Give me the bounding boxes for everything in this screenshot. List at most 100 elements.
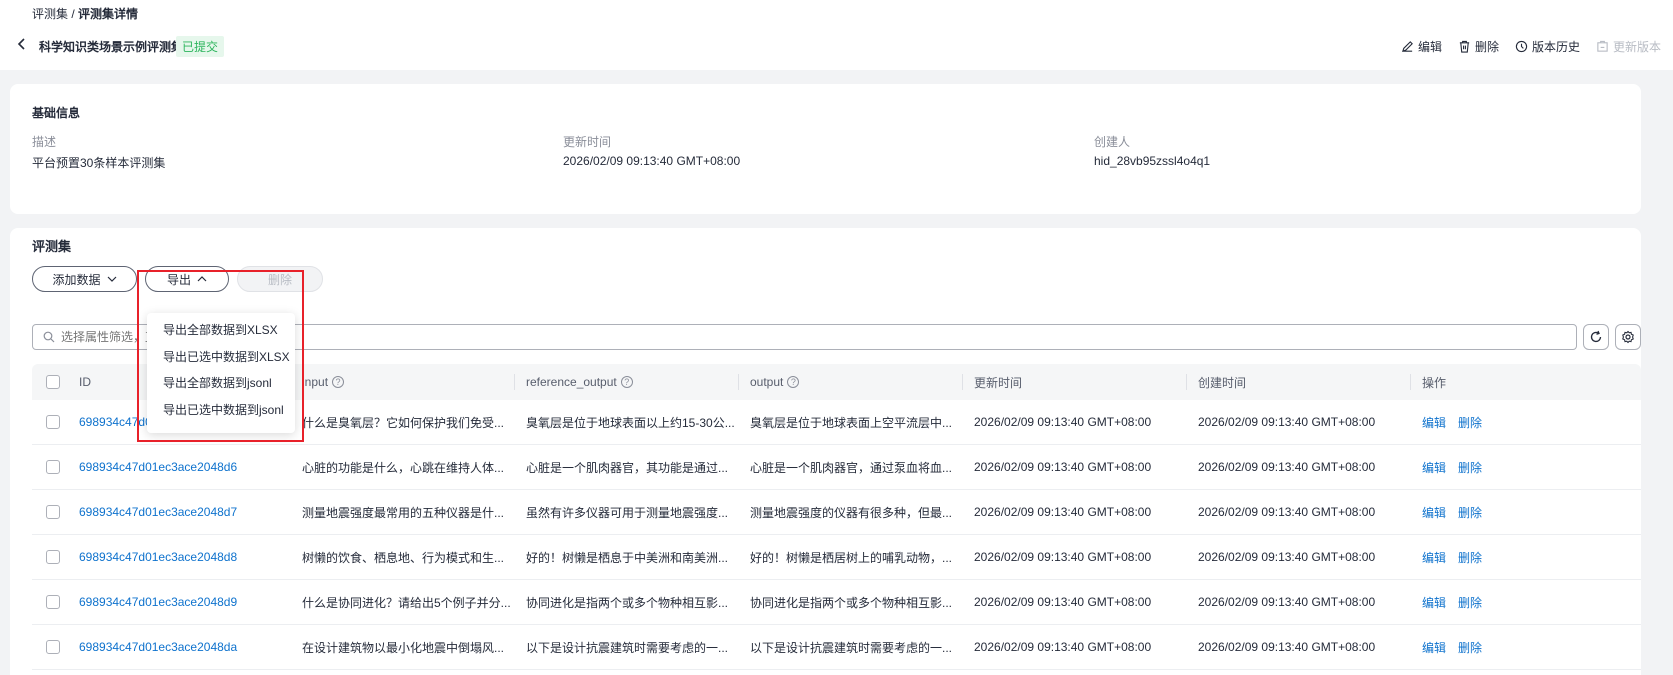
cell-reference-output-text: 心脏是一个肌肉器官，其功能是通过... (526, 460, 729, 475)
cell-id: 698934c47d01ec3ace2048d6 (67, 445, 290, 489)
row-delete-link[interactable]: 删除 (1458, 639, 1482, 656)
select-all-checkbox[interactable] (46, 375, 60, 389)
cell-output-text: 协同进化是指两个或多个物种相互影... (750, 595, 953, 610)
cell-reference-output-text: 协同进化是指两个或多个物种相互影... (526, 595, 729, 610)
cell-reference-output: 好的！树懒是栖息于中美洲和南美洲... (514, 535, 738, 579)
cell-input-text: 在设计建筑物以最小化地震中倒塌风... (302, 640, 505, 655)
cell-updated: 2026/02/09 09:13:40 GMT+08:00 (962, 580, 1186, 624)
version-history-button[interactable]: 版本历史 (1515, 38, 1580, 55)
export-selected-jsonl-item[interactable]: 导出已选中数据到jsonl (147, 397, 295, 424)
gear-icon (1622, 330, 1634, 344)
row-delete-link[interactable]: 删除 (1458, 549, 1482, 566)
cell-id: 698934c47d01ec3ace2048da (67, 625, 290, 669)
cell-updated-text: 2026/02/09 09:13:40 GMT+08:00 (974, 550, 1152, 564)
cell-id-text[interactable]: 698934c47d01ec3ace2048d9 (79, 595, 237, 609)
trash-icon (1459, 40, 1470, 53)
help-icon[interactable]: ? (787, 376, 800, 388)
cell-output: 好的！树懒是栖居树上的哺乳动物，... (738, 535, 962, 579)
table-row: 698934c47d01ec3ace2048d7 测量地震强度最常用的五种仪器是什… (32, 490, 1641, 535)
cell-output: 臭氧层是位于地球表面上空平流层中... (738, 400, 962, 444)
row-edit-link[interactable]: 编辑 (1422, 639, 1446, 656)
cell-ops: 编辑 删除 (1410, 625, 1641, 669)
row-delete-link[interactable]: 删除 (1458, 414, 1482, 431)
status-badge: 已提交 (176, 36, 225, 57)
refresh-icon (1590, 330, 1602, 343)
row-select-cell (32, 490, 67, 534)
row-checkbox[interactable] (46, 550, 60, 564)
cell-id-text[interactable]: 698934c47d01ec3ace2048d6 (79, 460, 237, 474)
cell-reference-output: 臭氧层是位于地球表面以上约15-30公... (514, 400, 738, 444)
cell-updated-text: 2026/02/09 09:13:40 GMT+08:00 (974, 595, 1152, 609)
help-icon[interactable]: ? (620, 376, 633, 388)
basic-info-card: 基础信息 描述 平台预置30条样本评测集 更新时间 2026/02/09 09:… (10, 84, 1641, 214)
add-data-label: 添加数据 (52, 272, 101, 287)
row-actions: 编辑 删除 (1422, 414, 1482, 431)
cell-updated: 2026/02/09 09:13:40 GMT+08:00 (962, 400, 1186, 444)
export-all-xlsx-item[interactable]: 导出全部数据到XLSX (147, 317, 295, 344)
export-all-jsonl-item[interactable]: 导出全部数据到jsonl (147, 370, 295, 397)
add-data-button[interactable]: 添加数据 (32, 266, 137, 292)
header-output-label: output (750, 375, 784, 389)
table-row: 698934c47d01ec3ace2048da 在设计建筑物以最小化地震中倒塌风… (32, 625, 1641, 670)
row-delete-link[interactable]: 删除 (1458, 504, 1482, 521)
update-version-button[interactable]: 更新版本 (1596, 38, 1661, 55)
row-checkbox[interactable] (46, 505, 60, 519)
export-selected-xlsx-item[interactable]: 导出已选中数据到XLSX (147, 344, 295, 371)
row-edit-link[interactable]: 编辑 (1422, 594, 1446, 611)
cell-id-text[interactable]: 698934c47d01ec3ace2048d7 (79, 505, 237, 519)
back-arrow-icon[interactable] (14, 36, 30, 52)
cell-output: 心脏是一个肌肉器官，通过泵血将血... (738, 445, 962, 489)
help-icon[interactable]: ? (332, 376, 345, 388)
delete-button[interactable]: 删除 (1458, 38, 1499, 55)
row-actions: 编辑 删除 (1422, 639, 1482, 656)
export-button[interactable]: 导出 (145, 266, 229, 292)
row-edit-link[interactable]: 编辑 (1422, 459, 1446, 476)
dataset-title: 评测集 (32, 239, 72, 254)
history-icon (1515, 40, 1528, 53)
breadcrumb-parent[interactable]: 评测集 (32, 7, 68, 21)
cell-created: 2026/02/09 09:13:40 GMT+08:00 (1186, 535, 1410, 579)
row-delete-link[interactable]: 删除 (1458, 594, 1482, 611)
batch-delete-button[interactable]: 删除 (237, 266, 323, 292)
row-select-cell (32, 580, 67, 624)
refresh-button[interactable] (1583, 324, 1609, 350)
cell-updated: 2026/02/09 09:13:40 GMT+08:00 (962, 535, 1186, 579)
cell-ops: 编辑 删除 (1410, 445, 1641, 489)
row-actions: 编辑 删除 (1422, 594, 1482, 611)
cell-output-text: 以下是设计抗震建筑时需要考虑的一... (750, 640, 953, 655)
cell-reference-output: 心脏是一个肌肉器官，其功能是通过... (514, 445, 738, 489)
cell-output: 测量地震强度的仪器有很多种，但最... (738, 490, 962, 534)
row-checkbox[interactable] (46, 640, 60, 654)
row-checkbox[interactable] (46, 595, 60, 609)
table-row: 698934c47d01ec3ace2048d9 什么是协同进化？请给出5个例子并… (32, 580, 1641, 625)
cell-updated-text: 2026/02/09 09:13:40 GMT+08:00 (974, 505, 1152, 519)
select-all-cell (32, 364, 67, 400)
cell-output-text: 好的！树懒是栖居树上的哺乳动物，... (750, 550, 953, 565)
settings-button[interactable] (1615, 324, 1641, 350)
row-select-cell (32, 625, 67, 669)
cell-created: 2026/02/09 09:13:40 GMT+08:00 (1186, 445, 1410, 489)
cell-id-text[interactable]: 698934c47d01ec3ace2048da (79, 640, 237, 654)
cell-updated-text: 2026/02/09 09:13:40 GMT+08:00 (974, 460, 1152, 474)
row-checkbox[interactable] (46, 460, 60, 474)
row-edit-link[interactable]: 编辑 (1422, 504, 1446, 521)
edit-button-label: 编辑 (1417, 40, 1442, 54)
cell-created-text: 2026/02/09 09:13:40 GMT+08:00 (1198, 640, 1376, 654)
cell-reference-output: 虽然有许多仪器可用于测量地震强度... (514, 490, 738, 534)
edit-button[interactable]: 编辑 (1401, 38, 1442, 55)
cell-id-text[interactable]: 698934c47d01ec3ace2048d8 (79, 550, 237, 564)
row-delete-link[interactable]: 删除 (1458, 459, 1482, 476)
row-checkbox[interactable] (46, 415, 60, 429)
row-edit-link[interactable]: 编辑 (1422, 549, 1446, 566)
header-reference-output-label: reference_output (526, 375, 617, 389)
header-input-label: input (302, 375, 329, 389)
cell-output: 协同进化是指两个或多个物种相互影... (738, 580, 962, 624)
cell-created-text: 2026/02/09 09:13:40 GMT+08:00 (1198, 415, 1376, 429)
description-value: 平台预置30条样本评测集 (32, 156, 166, 170)
table-body: 698934c47d01e 什么是臭氧层？它如何保护我们免受... 臭氧层是位于地球… (32, 400, 1641, 670)
row-select-cell (32, 445, 67, 489)
cell-output: 以下是设计抗震建筑时需要考虑的一... (738, 625, 962, 669)
cell-updated: 2026/02/09 09:13:40 GMT+08:00 (962, 490, 1186, 534)
row-edit-link[interactable]: 编辑 (1422, 414, 1446, 431)
cell-input-text: 心脏的功能是什么，心跳在维持人体... (302, 460, 505, 475)
